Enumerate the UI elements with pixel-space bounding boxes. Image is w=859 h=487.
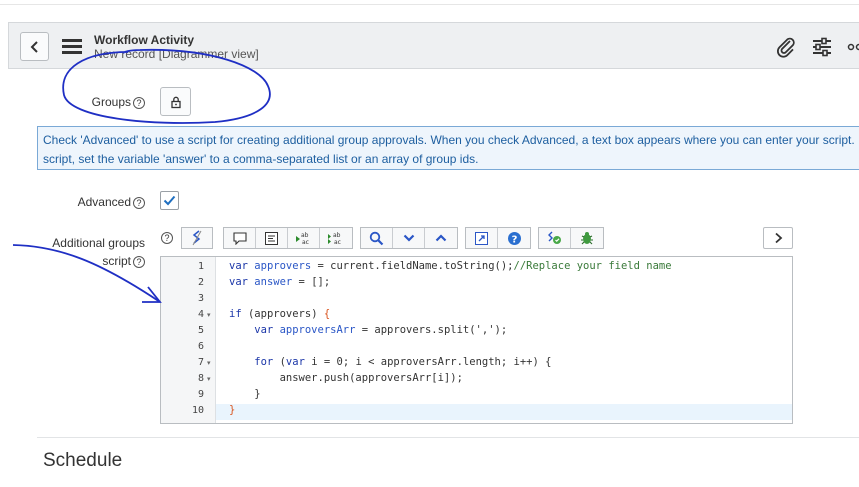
help-icon[interactable]: ? [133,96,145,109]
header-title: Workflow Activity [94,33,195,47]
find-previous-button[interactable] [425,228,457,248]
info-line-1: Check 'Advanced' to use a script for cre… [43,133,859,147]
editor-toolbar-group-3: ? [465,227,531,249]
fullscreen-icon [475,231,488,245]
additional-groups-script-label: Additional groups script? [52,236,145,268]
format-icon [265,231,278,245]
advanced-label: Advanced? [40,195,145,209]
line-number: 10 [191,405,204,416]
code-line: answer.push(approversArr[i]); [229,372,463,384]
debug-icon [547,231,561,244]
search-icon [369,231,384,245]
menu-icon[interactable] [62,39,82,54]
fullscreen-button[interactable] [466,228,498,248]
svg-text:ac: ac [302,239,309,245]
fold-toggle-icon[interactable]: ▾ [207,375,211,383]
back-button[interactable] [20,32,49,61]
format-code-button[interactable] [256,228,288,248]
editor-toolbar-group-4 [538,227,604,249]
paperclip-icon[interactable] [774,35,798,59]
find-next-button[interactable] [393,228,425,248]
info-line-2: script, set the variable 'answer' to a c… [43,152,479,166]
editor-toolbar-group-1: ab ac ab ac [223,227,353,249]
header-subtitle: New record [Diagrammer view] [94,47,259,61]
chevron-down-icon [403,234,414,242]
line-number: 5 [197,325,204,336]
help-icon[interactable]: ? [133,255,145,268]
line-number: 6 [197,341,204,352]
replace-all-button[interactable]: ab ac [320,228,352,248]
more-options-icon[interactable] [846,35,859,59]
replace-button[interactable]: ab ac [288,228,320,248]
svg-text:ab: ab [301,232,309,239]
bug-icon [581,232,593,245]
comment-button[interactable] [224,228,256,248]
help-button[interactable]: ? [498,228,530,248]
replace-icon: abac [295,232,309,245]
section-divider [37,437,859,438]
svg-text:ac: ac [334,239,341,245]
fold-toggle-icon[interactable]: ▾ [207,311,211,319]
code-line: var approversArr = approvers.split(','); [229,324,508,336]
code-line: for (var i = 0; i < approversArr.length;… [229,356,552,368]
code-line: var approvers = current.fieldName.toStri… [229,260,672,272]
advanced-info-message: Check 'Advanced' to use a script for cre… [37,126,859,170]
search-button[interactable] [361,228,393,248]
script-help-icon[interactable]: ? [161,232,173,244]
toggle-syntax-editor-button[interactable] [181,227,213,249]
replace-all-icon: abac [328,232,341,245]
script-editor[interactable]: 1 2 3 4 ▾ 5 6 7 ▾ 8 ▾ 9 10 var approvers = current.f… [160,256,793,424]
personalize-form-icon[interactable] [810,35,834,59]
annotation-arrowhead [142,286,162,303]
active-line-highlight [216,404,792,420]
line-number: 1 [197,261,204,272]
code-line: var answer = []; [229,276,331,288]
groups-label: Groups? [60,95,145,109]
line-number: 3 [197,293,204,304]
editor-toolbar-group-2 [360,227,458,249]
advanced-checkbox[interactable] [160,191,179,210]
help-circle-icon: ? [507,231,521,245]
line-number: 9 [197,389,204,400]
script-debugger-button[interactable] [539,228,571,248]
code-line: if (approvers) { [229,308,331,320]
code-line: } [229,404,236,416]
form-header: Workflow Activity New record [Diagrammer… [8,22,859,69]
fold-toggle-icon[interactable]: ▾ [207,359,211,367]
chevron-left-icon [30,40,38,53]
line-number: 7 [197,357,204,368]
schedule-section-title: Schedule [43,450,123,471]
svg-text:ab: ab [333,232,341,239]
line-number: 4 [197,309,204,320]
comment-icon [232,231,247,245]
expand-toolbar-button[interactable] [763,227,793,249]
line-number-gutter: 1 2 3 4 ▾ 5 6 7 ▾ 8 ▾ 9 10 [161,257,216,423]
breakpoint-button[interactable] [571,228,603,248]
line-number: 8 [197,373,204,384]
chevron-up-icon [435,234,447,242]
checkmark-icon [163,195,176,206]
top-divider [0,0,859,5]
syntax-toggle-icon [192,230,202,246]
code-line: } [229,388,261,400]
lock-icon [170,96,181,108]
line-number: 2 [197,277,204,288]
svg-text:?: ? [511,234,517,245]
help-icon[interactable]: ? [133,196,145,209]
chevron-right-icon [774,232,782,244]
groups-lock-button[interactable] [160,87,191,116]
